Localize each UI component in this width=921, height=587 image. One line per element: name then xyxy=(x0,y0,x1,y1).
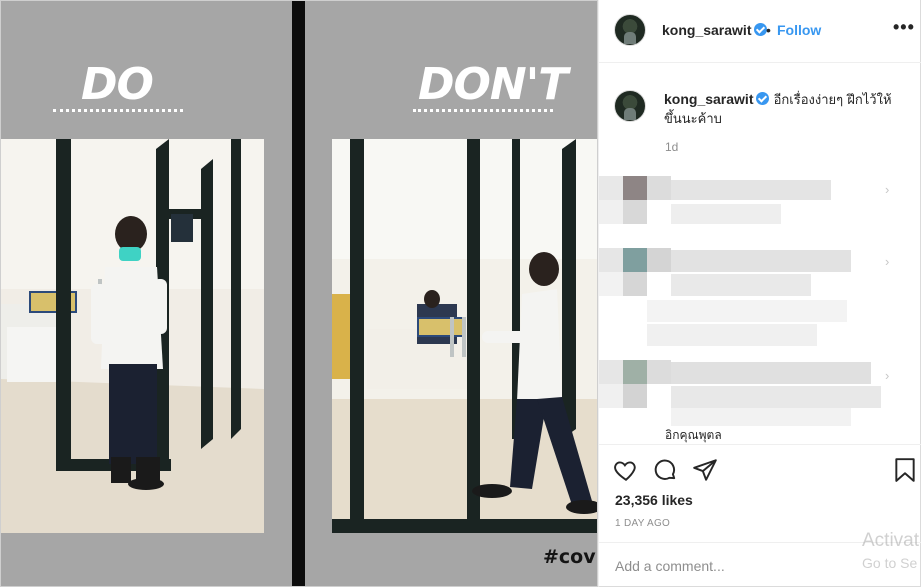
post-media[interactable]: DO DON'T #cov xyxy=(0,0,598,587)
like-count[interactable]: 23,356 likes xyxy=(615,492,693,508)
caption: kong_sarawit อีกเรื่องง่ายๆ ฝึกไว้ให้ขึ้… xyxy=(664,90,909,129)
activation-watermark: Activat xyxy=(862,530,920,551)
caption-time[interactable]: 1d xyxy=(665,140,678,154)
dont-photo xyxy=(332,139,597,533)
panel-divider xyxy=(292,1,305,586)
post-hashtag: #covic xyxy=(543,546,597,568)
caption-username[interactable]: kong_sarawit xyxy=(664,91,753,107)
heart-icon[interactable] xyxy=(613,457,639,488)
reply-indicator[interactable]: › xyxy=(885,182,889,197)
post-header: kong_sarawit • Follow ••• xyxy=(599,0,921,63)
post-actions: 23,356 likes 1 DAY AGO xyxy=(599,444,921,544)
blurred-comment xyxy=(599,248,859,348)
author-name-wrap[interactable]: kong_sarawit xyxy=(662,22,768,40)
bookmark-icon[interactable] xyxy=(893,457,917,488)
blurred-comment xyxy=(599,360,881,430)
author-avatar[interactable] xyxy=(614,14,646,46)
share-icon[interactable] xyxy=(692,457,718,488)
header-separator: • xyxy=(766,22,771,38)
do-underline xyxy=(53,109,183,112)
verified-badge-icon xyxy=(756,92,770,105)
dont-underline xyxy=(413,109,553,112)
caption-avatar[interactable] xyxy=(614,90,646,122)
more-options-icon[interactable]: ••• xyxy=(893,17,915,38)
blurred-comment xyxy=(599,176,839,226)
comments-section[interactable]: kong_sarawit อีกเรื่องง่ายๆ ฝึกไว้ให้ขึ้… xyxy=(599,64,921,444)
post-date[interactable]: 1 DAY AGO xyxy=(615,518,670,529)
do-title: DO xyxy=(81,59,154,110)
activation-watermark-sub: Go to Se xyxy=(862,555,918,571)
do-photo xyxy=(1,139,264,533)
reply-indicator[interactable]: › xyxy=(885,368,889,383)
dont-title: DON'T xyxy=(418,59,568,110)
do-panel: DO xyxy=(1,1,292,586)
reply-indicator[interactable]: › xyxy=(885,254,889,269)
author-username[interactable]: kong_sarawit xyxy=(662,22,751,38)
comment-icon[interactable] xyxy=(652,457,678,488)
follow-button[interactable]: Follow xyxy=(777,22,821,38)
dont-panel: DON'T xyxy=(305,1,597,586)
post-side-panel: kong_sarawit • Follow ••• kong_sarawit อ… xyxy=(598,0,921,587)
comment-input[interactable] xyxy=(615,555,855,577)
truncated-comment-text: อิกคุณพุตล xyxy=(665,428,722,442)
